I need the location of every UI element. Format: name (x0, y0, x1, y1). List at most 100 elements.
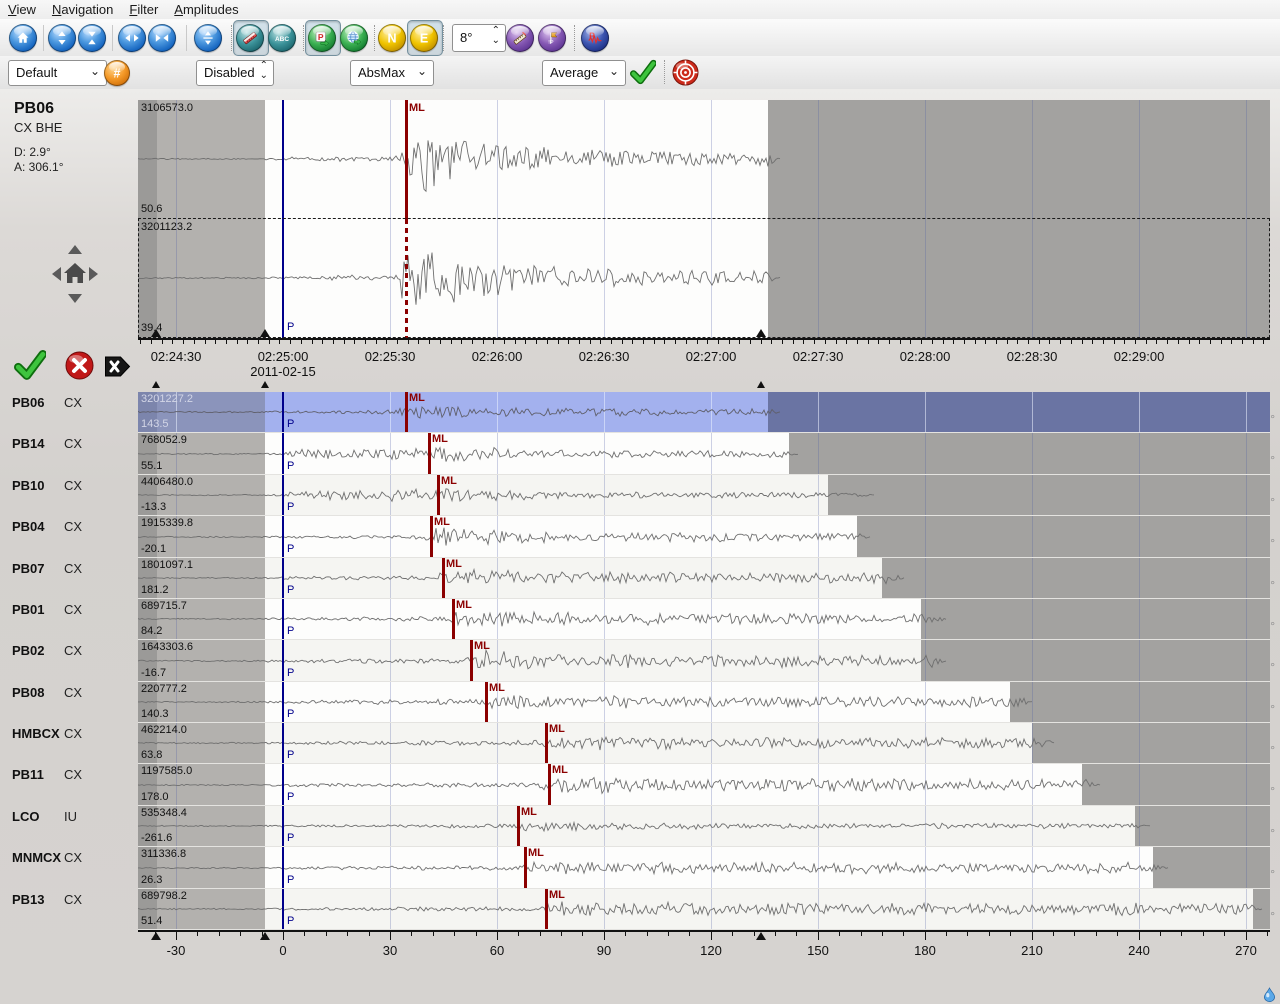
amplitude-p-wave-button[interactable]: P (581, 24, 609, 52)
nav-down-icon (68, 294, 82, 303)
station-trace-row[interactable]: 4406480.0-13.3PML (138, 475, 1270, 516)
axis-tick (140, 340, 141, 344)
menu-view[interactable]: View (0, 0, 44, 19)
station-trace-row[interactable]: 689715.784.2PML (138, 599, 1270, 640)
ml-marker[interactable] (405, 100, 408, 219)
amp-combiner-select[interactable]: Average ⌄ (542, 60, 626, 86)
ml-marker[interactable] (545, 889, 548, 929)
p-marker[interactable] (282, 806, 284, 846)
ml-marker[interactable] (405, 219, 408, 338)
component-e-button[interactable]: E (410, 24, 438, 52)
size-grip-icon[interactable] (1263, 987, 1276, 1002)
ml-marker[interactable] (405, 392, 408, 432)
trace-nav-cross[interactable] (40, 241, 110, 307)
window-boundary-marker[interactable] (260, 932, 270, 940)
p-marker[interactable] (282, 723, 284, 763)
ml-marker[interactable] (517, 806, 520, 846)
ml-marker[interactable] (452, 599, 455, 639)
filter-profile-select[interactable]: Default ⌄ (8, 60, 107, 86)
filter-abc-button[interactable]: ABC (268, 24, 296, 52)
p-marker[interactable] (282, 433, 284, 474)
zoom-vertical-out-button[interactable] (48, 24, 76, 52)
spin-arrows-icon[interactable]: ⌃⌄ (260, 61, 268, 81)
p-marker[interactable] (282, 764, 284, 805)
station-trace-row[interactable]: 311336.826.3PML (138, 847, 1270, 889)
p-marker[interactable] (282, 599, 284, 639)
pick-p-button[interactable]: P (308, 24, 336, 52)
menu-navigation[interactable]: Navigation (44, 0, 121, 19)
chevron-down-icon: ⌄ (417, 64, 427, 78)
axis-tick (729, 340, 730, 344)
min-snr-spinbox[interactable]: Disabled ⌃⌄ (196, 60, 274, 86)
axis-tick (818, 932, 819, 940)
axis-tick (814, 340, 815, 344)
station-trace-row[interactable]: 220777.2140.3PML (138, 682, 1270, 723)
ml-marker[interactable] (548, 764, 551, 805)
p-marker[interactable] (282, 640, 284, 681)
ml-marker[interactable] (524, 847, 527, 888)
zoom-trace-view[interactable]: 3106573.050.6ML3201123.239.4P (138, 100, 1270, 338)
amplitude-ruler-button[interactable] (506, 24, 534, 52)
window-boundary-marker[interactable] (260, 329, 270, 337)
station-trace-row[interactable]: 535348.4-261.6PML (138, 806, 1270, 847)
station-trace-row[interactable]: 689798.251.4PML (138, 889, 1270, 930)
ml-marker[interactable] (437, 475, 440, 515)
ml-marker[interactable] (428, 433, 431, 474)
p-marker[interactable] (282, 558, 284, 598)
home-button[interactable] (9, 24, 37, 52)
ml-marker[interactable] (430, 516, 433, 557)
selected-station-channel: CX BHE (14, 120, 62, 135)
zoom-vertical-in-button[interactable] (78, 24, 106, 52)
zoom-horizontal-out-button[interactable] (118, 24, 146, 52)
trace-min-value: 63.8 (141, 749, 162, 761)
recalculate-target-button[interactable] (672, 59, 699, 86)
window-boundary-marker[interactable] (756, 329, 766, 337)
rotation-angle-spinbox[interactable]: 8°⌃⌄ (452, 24, 506, 52)
station-trace-row[interactable]: 768052.955.1PML (138, 433, 1270, 475)
toolbar-separator (443, 25, 444, 51)
axis-tick (903, 932, 904, 936)
component-n-icon: N (384, 30, 400, 46)
station-trace-list: PB06CX2.9°3201227.2143.5PMLPB14CX3.0°768… (0, 378, 1280, 931)
menu-filter[interactable]: Filter (121, 0, 166, 19)
ml-marker[interactable] (545, 723, 548, 763)
axis-tick (1007, 340, 1008, 344)
amp-type-select[interactable]: AbsMax ⌄ (350, 60, 434, 86)
station-network: CX (64, 395, 82, 410)
p-marker[interactable] (282, 889, 284, 929)
window-boundary-marker[interactable] (152, 381, 160, 388)
pick-globe-button[interactable] (340, 24, 368, 52)
station-trace-row[interactable]: 1915339.8-20.1PML (138, 516, 1270, 558)
p-marker[interactable] (282, 100, 284, 338)
p-marker[interactable] (282, 392, 284, 432)
spin-arrows-icon[interactable]: ⌃⌄ (492, 26, 500, 46)
filter-ruler-button[interactable] (236, 24, 264, 52)
ml-marker[interactable] (485, 682, 488, 722)
ml-marker[interactable] (442, 558, 445, 598)
window-boundary-marker[interactable] (151, 932, 161, 940)
trace-max-value: 1915339.8 (141, 517, 193, 529)
menu-amplitudes[interactable]: Amplitudes (166, 0, 246, 19)
ml-marker[interactable] (470, 640, 473, 681)
p-marker[interactable] (282, 516, 284, 557)
component-n-button[interactable]: N (378, 24, 406, 52)
p-marker[interactable] (282, 475, 284, 515)
window-boundary-marker[interactable] (151, 329, 161, 337)
station-trace-row[interactable]: 3201227.2143.5PML (138, 392, 1270, 433)
hash-filter-button[interactable]: # (104, 60, 130, 86)
apply-check-button[interactable] (630, 59, 656, 85)
window-boundary-marker[interactable] (756, 932, 766, 940)
window-boundary-marker[interactable] (261, 381, 269, 388)
station-trace-row[interactable]: 462214.063.8PML (138, 723, 1270, 764)
time-label: 02:28:30 (1007, 349, 1058, 364)
zoom-horizontal-in-button[interactable] (148, 24, 176, 52)
normalize-amplitudes-button[interactable] (194, 24, 222, 52)
station-trace-row[interactable]: 1643303.6-16.7PML (138, 640, 1270, 682)
p-marker[interactable] (282, 682, 284, 722)
window-boundary-marker[interactable] (757, 381, 765, 388)
station-trace-row[interactable]: 1801097.1181.2PML (138, 558, 1270, 599)
p-marker[interactable] (282, 847, 284, 888)
station-trace-row[interactable]: 1197585.0178.0PML (138, 764, 1270, 806)
amplitude-pick-button[interactable]: !P (538, 24, 566, 52)
trace-max-value: 3201123.2 (141, 221, 192, 233)
